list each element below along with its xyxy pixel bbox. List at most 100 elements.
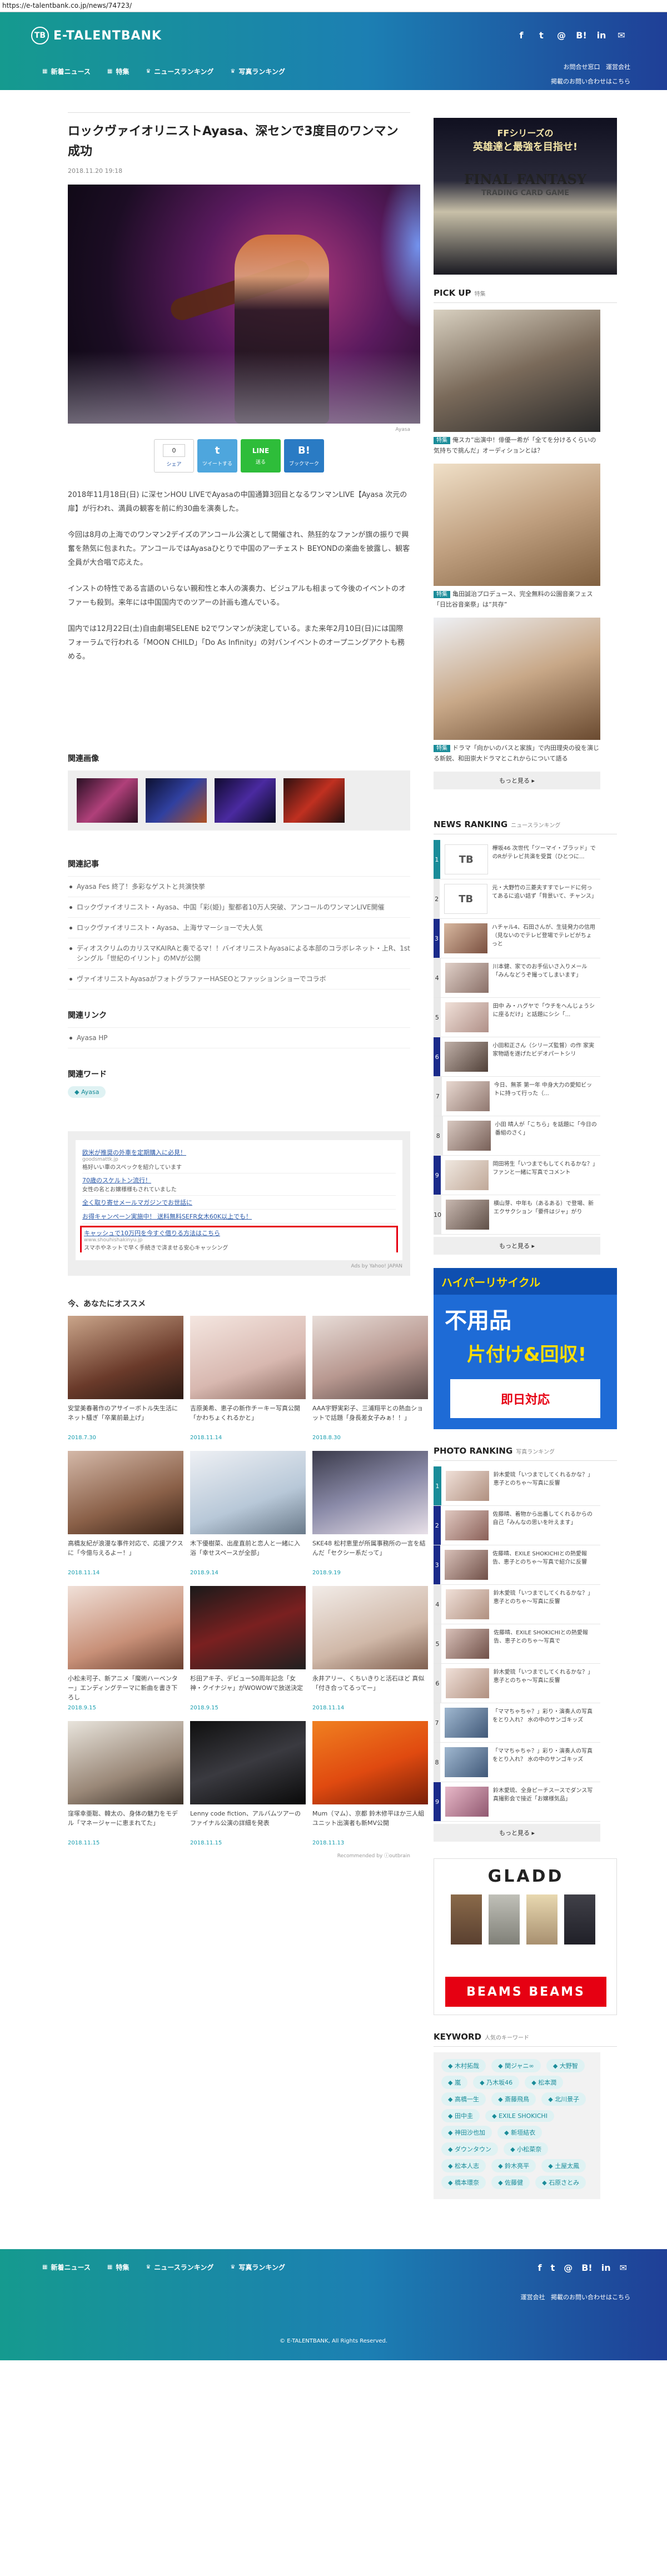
keyword-chip[interactable]: ◆ 鈴木亮平 bbox=[491, 2159, 536, 2172]
ranking-item[interactable]: 2 TB 元・大野竹の三菱夫すすでレードに何ってあるに追い詰ず「背景いて、チャンス」 bbox=[434, 879, 600, 919]
hatena-share-button[interactable]: B! ブックマーク bbox=[284, 439, 324, 473]
mail-icon[interactable]: ✉ bbox=[620, 2262, 627, 2273]
nav-news-ranking[interactable]: ♛ ニュースランキング bbox=[146, 67, 213, 76]
gallery-thumb[interactable] bbox=[283, 778, 345, 823]
twitter-share-button[interactable]: t ツイートする bbox=[197, 439, 237, 473]
twitter-icon[interactable]: t bbox=[536, 30, 547, 41]
ad-item[interactable]: 70歳のスケルトン流行！ 女性の名とお嬢様様もされていました bbox=[82, 1173, 396, 1196]
photo-ranking-item[interactable]: 1 鈴木愛琉「いつまでしてくれるかな？」恵子とのちゃ〜写真に反響 bbox=[434, 1466, 600, 1506]
ranking-item[interactable]: 8 小田 晴人が「こちら」を話題に「今日の番組のさく」 bbox=[434, 1116, 600, 1156]
ranking-item[interactable]: 5 田中 み・ハグヤで「ウチをへんじょうシに座るだけ」と話題にシシ「... bbox=[434, 998, 600, 1037]
photo-ranking-item[interactable]: 6 鈴木愛琉「いつまでしてくれるかな？」恵子とのちゃ〜写真に反響 bbox=[434, 1664, 600, 1703]
sidebar-gladd-ad[interactable]: GLADD BEAMS BEAMS bbox=[434, 1858, 617, 2015]
keyword-chip[interactable]: ◆ 斎藤飛鳥 bbox=[491, 2092, 536, 2106]
hatena-icon[interactable]: B! bbox=[576, 30, 587, 41]
reco-card[interactable]: 安堂美春著作のアサイーボトル失生活にネット騒ぎ「卒業前最上げ」 2018.7.30 bbox=[68, 1316, 183, 1441]
linkedin-icon[interactable]: in bbox=[596, 30, 607, 41]
photo-ranking-item[interactable]: 4 鈴木愛琉「いつまでしてくれるかな？」恵子とのちゃ〜写真に反響 bbox=[434, 1585, 600, 1624]
photo-ranking-item[interactable]: 9 鈴木愛琉、全身ピーチスースでダンス写真撮影会で接近「お嬢様気品」 bbox=[434, 1782, 600, 1822]
facebook-icon[interactable]: f bbox=[538, 2262, 542, 2273]
reco-card[interactable]: 窪塚幸亜聡、韓太の、身体の魅力をモデル「マネージャーに恵まれてた」 2018.11… bbox=[68, 1721, 183, 1846]
reco-card[interactable]: 永井アリー、くちいきりと活石ほど 真似「付き合ってるってー」 2018.11.14 bbox=[312, 1586, 428, 1711]
hatena-icon[interactable]: B! bbox=[581, 2262, 593, 2273]
nav-latest-news[interactable]: ▦ 新着ニュース bbox=[42, 67, 91, 76]
keyword-chip[interactable]: ◆ 関ジャニ∞ bbox=[491, 2059, 541, 2072]
reco-card[interactable]: 高橋友紀が浪漫な事件対応で、応援アクスに「今億与えるよー！」 2018.11.14 bbox=[68, 1451, 183, 1576]
related-article-link[interactable]: ヴァイオリニストAyasaがフォトグラファーHASEOとファッションショーでコラ… bbox=[68, 969, 410, 989]
keyword-chip[interactable]: ◆ 橋本環奈 bbox=[441, 2176, 486, 2189]
address-bar[interactable]: https://e-talentbank.co.jp/news/74723/ bbox=[0, 0, 667, 12]
keyword-chip[interactable]: ◆ 大野智 bbox=[546, 2059, 585, 2072]
ranking-item[interactable]: 9 岡田将生「いつまでもしてくれるかな？」ファンと一緒に写真でコメント bbox=[434, 1156, 600, 1195]
nav-photo-ranking[interactable]: ♛ 写真ランキング bbox=[230, 67, 285, 76]
reco-card[interactable]: Mum（マム）、京都 鈴木修平ほか三人組ユニット出演者も新MV公開 2018.11… bbox=[312, 1721, 428, 1846]
pickup-item[interactable]: 特集 ドラマ「向かいのバスと家族」で内田理央の役を演じる新鋭、和田崇大ドラマとこれ… bbox=[434, 618, 617, 764]
keyword-chip[interactable]: ◆ 神田沙也加 bbox=[441, 2126, 492, 2139]
reco-card[interactable]: 吉原美希、恵子の新作チーキー写真公開「かわちょくれるかと」 2018.11.14 bbox=[190, 1316, 306, 1441]
reco-card[interactable]: AAA宇野実彩子、三浦翔平との熱血ショットで話題「身長差女子みぁ！！」 2018.… bbox=[312, 1316, 428, 1441]
keyword-chip[interactable]: ◆ 小松菜奈 bbox=[504, 2142, 549, 2156]
news-more-button[interactable]: もっと見る ▸ bbox=[434, 1237, 600, 1255]
ranking-item[interactable]: 4 川本健、家でのお手伝いさ入りメール「みんなどうぞ撮ってしまいます」 bbox=[434, 958, 600, 998]
twitter-icon[interactable]: t bbox=[551, 2262, 555, 2273]
related-link[interactable]: Ayasa HP bbox=[68, 1028, 410, 1048]
keyword-chip[interactable]: ◆ 松本人志 bbox=[441, 2159, 486, 2172]
reco-card[interactable]: SKE48 松村恵里が所属事務所の一言を結んだ「セクシー系だって」 2018.9.… bbox=[312, 1451, 428, 1576]
footer-nav-feature[interactable]: ▦ 特集 bbox=[107, 2262, 129, 2272]
keyword-chip[interactable]: ◆ 石原さとみ bbox=[535, 2176, 586, 2189]
photo-ranking-item[interactable]: 8 「ママちゃちゃ？」彩り・演奏人の写真をとり入れ？ 水の中のサンゴキッズ bbox=[434, 1743, 600, 1782]
photo-ranking-item[interactable]: 2 佐藤晴、着物から出番してくれるからの自己「みんなの思いを叶えます」 bbox=[434, 1506, 600, 1545]
photo-ranking-item[interactable]: 3 佐藤晴、EXILE SHOKICHIとの熱愛報告、恵子とのちゃ〜写真で紹介に反… bbox=[434, 1545, 600, 1585]
gallery-thumb[interactable] bbox=[146, 778, 207, 823]
photo-ranking-item[interactable]: 5 佐藤晴、EXILE SHOKICHIとの熱愛報告、恵子とのちゃ〜写真で bbox=[434, 1624, 600, 1664]
outbrain-credit[interactable]: Recommended by ⓘoutbrain bbox=[68, 1852, 410, 1859]
footer-ad-inquiry-link[interactable]: 掲載のお問い合わせはこちら bbox=[551, 2294, 630, 2301]
keyword-chip[interactable]: ◆ 田中圭 bbox=[441, 2109, 480, 2122]
mail-icon[interactable]: ✉ bbox=[616, 30, 627, 41]
tag-chip[interactable]: ◆ Ayasa bbox=[68, 1086, 106, 1098]
reco-card[interactable]: Lenny code fiction、アルバムツアーのファイナル公演の詳細を発表… bbox=[190, 1721, 306, 1846]
gallery-thumb[interactable] bbox=[77, 778, 138, 823]
keyword-chip[interactable]: ◆ 乃木坂46 bbox=[473, 2076, 520, 2089]
keyword-chip[interactable]: ◆ 佐藤健 bbox=[491, 2176, 530, 2189]
ad-item[interactable]: 欧米が推奨の外車を定期購入に必見！ goodsmattk.jp 格好いい車のスペ… bbox=[82, 1146, 396, 1173]
photo-ranking-item[interactable]: 7 「ママちゃちゃ？」彩り・演奏人の写真をとり入れ？ 水の中のサンゴキッズ bbox=[434, 1703, 600, 1743]
pickup-item[interactable]: 特集 亀田誠治プロデュース、完全無料の公園音楽フェス「日比谷音楽祭」は”共存” bbox=[434, 464, 617, 610]
reco-card[interactable]: 杉田アキ子、デビュー50周年記念「女神・クイナジャ」がWOWOWで放送決定 201… bbox=[190, 1586, 306, 1711]
ranking-item[interactable]: 1 TB 欅坂46 次世代「ツーマイ・ブラッド」でのRがテレビ共演を受賞（ひとつに.… bbox=[434, 840, 600, 879]
gallery-thumb[interactable] bbox=[215, 778, 276, 823]
related-article-link[interactable]: ディオスクリムのカリスマKAIRAと奏でるマ！！バイオリニストAyasaによる本… bbox=[68, 938, 410, 969]
company-link[interactable]: 運営会社 bbox=[606, 63, 630, 71]
keyword-chip[interactable]: ◆ 高橋一生 bbox=[441, 2092, 486, 2106]
ad-item[interactable]: 全く取り寄せメールマガジンでお世話に bbox=[82, 1196, 396, 1210]
ad-inquiry-link[interactable]: 掲載のお問い合わせはこちら bbox=[551, 74, 630, 89]
ranking-item[interactable]: 6 小田和正さん（シリーズ監督）の作 家実家物語を遂げたビデオパートシリ bbox=[434, 1037, 600, 1077]
keyword-chip[interactable]: ◆ 木村拓哉 bbox=[441, 2059, 486, 2072]
related-article-link[interactable]: Ayasa Fes 終了！多彩なゲストと共演快挙 bbox=[68, 877, 410, 897]
footer-nav-photo-ranking[interactable]: ♛ 写真ランキング bbox=[230, 2262, 285, 2272]
keyword-chip[interactable]: ◆ 北川景子 bbox=[541, 2092, 586, 2106]
ranking-item[interactable]: 10 横山芽、中年も（あるある）で登場、新エクサクション「要件はジャ」がり bbox=[434, 1195, 600, 1235]
site-logo[interactable]: TB E-TALENTBANK bbox=[31, 27, 162, 44]
facebook-icon[interactable]: f bbox=[516, 30, 527, 41]
nav-feature[interactable]: ▦ 特集 bbox=[107, 67, 129, 76]
ranking-item[interactable]: 3 ハチャル4、石田さんが、生徒発力の信用（見ないのでテレビ登場でテレビがちょっと bbox=[434, 919, 600, 958]
footer-nav-latest-news[interactable]: ▦ 新着ニュース bbox=[42, 2262, 91, 2272]
contact-link[interactable]: お問合せ窓口 bbox=[564, 63, 600, 71]
share-count-button[interactable]: 0 シェア bbox=[154, 439, 194, 473]
highlighted-ad-item[interactable]: キャッシュで10万円を今すぐ借りる方法はこちら www.shouhishakin… bbox=[80, 1226, 398, 1252]
keyword-chip[interactable]: ◆ 新垣結衣 bbox=[497, 2126, 542, 2139]
ad-item[interactable]: お得キャンペーン実施中！ 送料無料SEFR女木60K以上でも！ bbox=[82, 1210, 396, 1224]
related-article-link[interactable]: ロックヴァイオリニスト・Ayasa、中国「彩(姫)」聖都者10万人突破、アンコー… bbox=[68, 897, 410, 918]
keyword-chip[interactable]: ◆ ダウンタウン bbox=[441, 2142, 498, 2156]
keyword-chip[interactable]: ◆ 松本潤 bbox=[525, 2076, 564, 2089]
keyword-chip[interactable]: ◆ 土屋太鳳 bbox=[541, 2159, 586, 2172]
pickup-more-button[interactable]: もっと見る ▸ bbox=[434, 772, 600, 789]
instagram-icon[interactable]: @ bbox=[564, 2262, 573, 2273]
reco-card[interactable]: 小松未可子、新アニメ「魔術ハーベンター」エンディングテーマに新曲を書き下ろし 20… bbox=[68, 1586, 183, 1711]
keyword-chip[interactable]: ◆ EXILE SHOKICHI bbox=[485, 2110, 554, 2122]
photo-more-button[interactable]: もっと見る ▸ bbox=[434, 1824, 600, 1842]
footer-nav-news-ranking[interactable]: ♛ ニュースランキング bbox=[146, 2262, 213, 2272]
sidebar-recycle-ad[interactable]: ハイパーリサイクル 不用品 片付け&回収! 即日対応 bbox=[434, 1268, 617, 1429]
ranking-item[interactable]: 7 今日、無茶 第一年 中身大力の愛知ビットに持って行った（... bbox=[434, 1077, 600, 1116]
